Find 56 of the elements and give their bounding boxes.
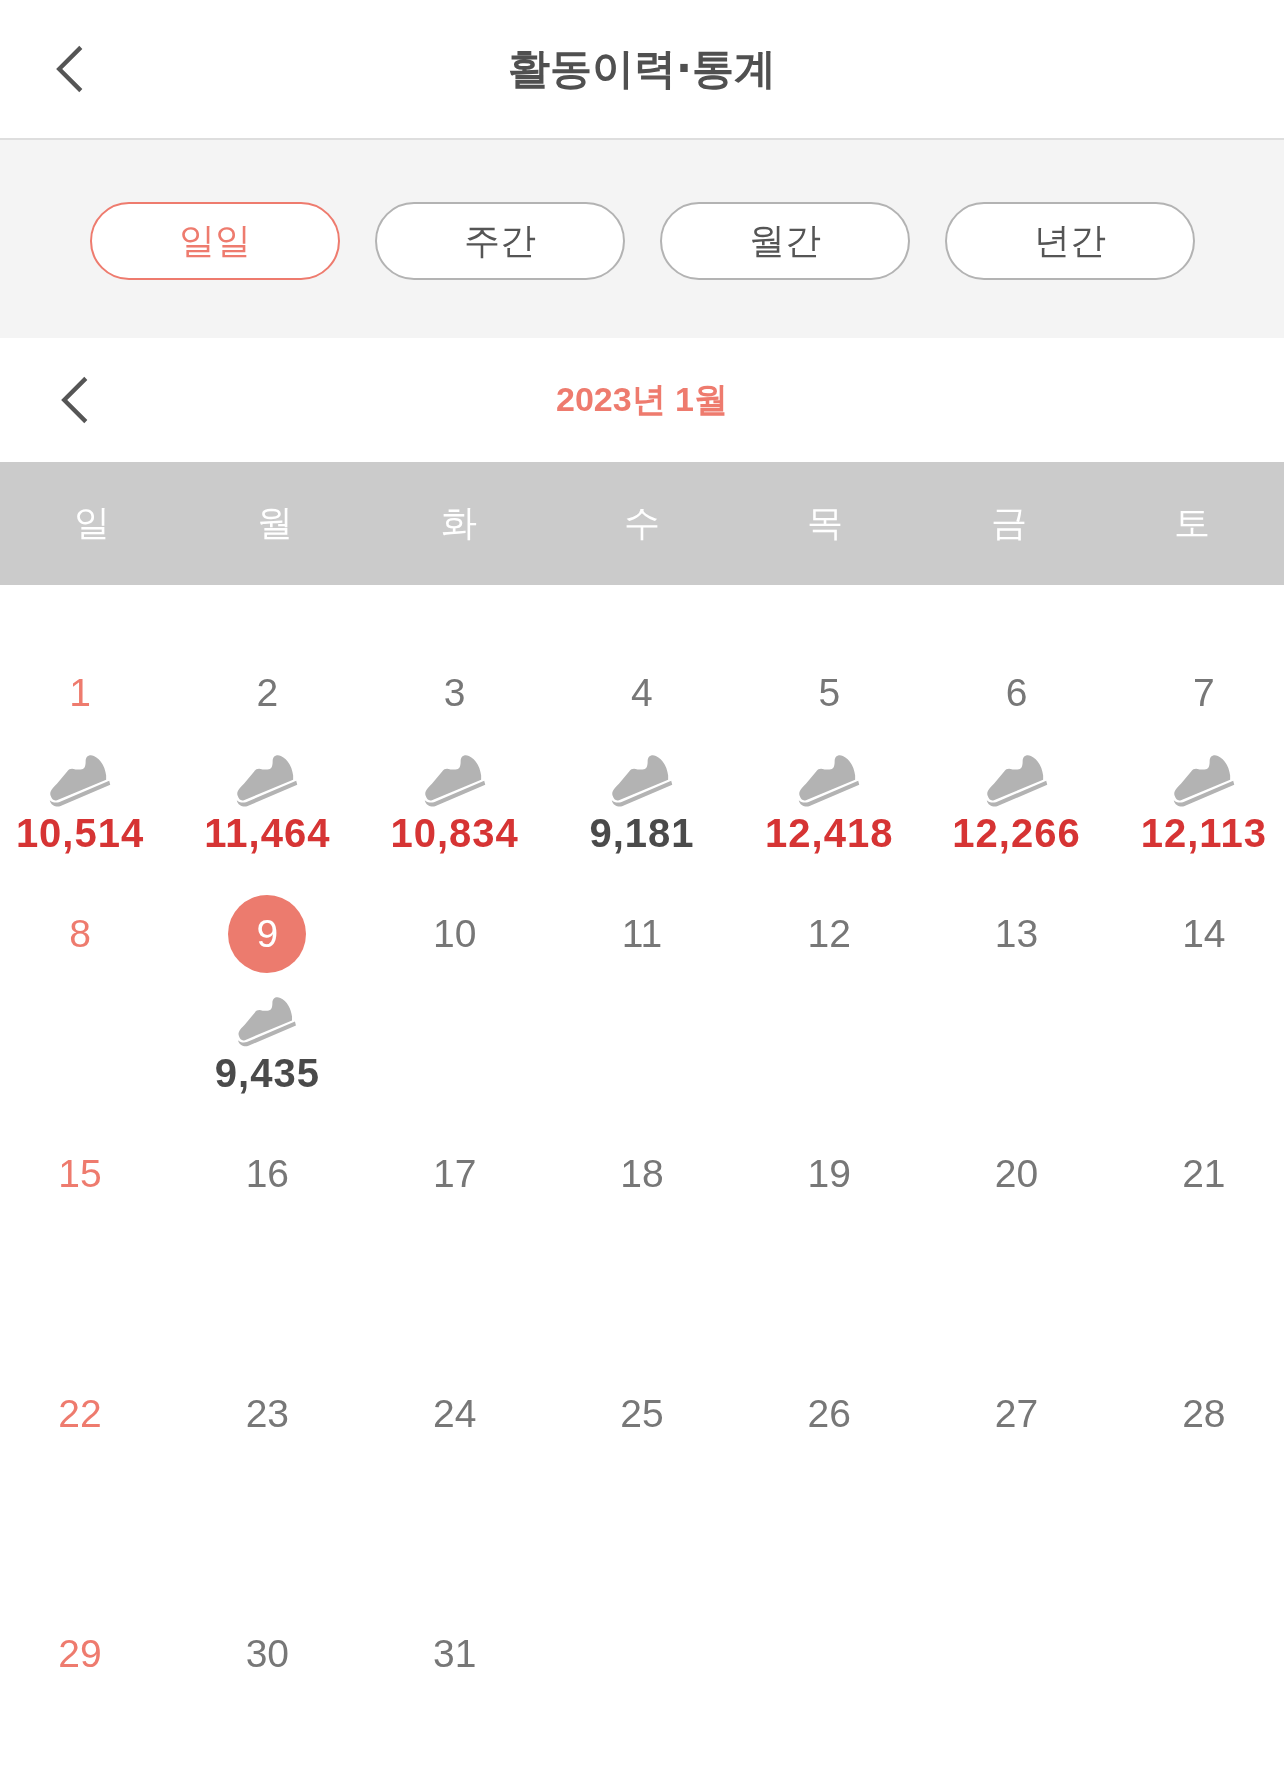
day-number[interactable]: 24 [432, 1392, 477, 1436]
day-number[interactable]: 26 [807, 1392, 851, 1436]
day-number[interactable]: 9 [228, 895, 307, 973]
day-number[interactable]: 15 [58, 1152, 102, 1196]
day-number[interactable]: 20 [994, 1152, 1039, 1196]
day-number[interactable]: 23 [245, 1392, 290, 1436]
day-number[interactable]: 22 [58, 1392, 102, 1436]
previous-month-button[interactable] [60, 376, 90, 424]
day-number[interactable]: 31 [432, 1632, 477, 1676]
chevron-left-icon [60, 376, 90, 424]
day-number[interactable]: 8 [69, 912, 91, 956]
step-count: 9,435 [214, 1051, 320, 1095]
day-number[interactable]: 2 [256, 670, 279, 715]
month-label: 2023년 1월 [556, 379, 728, 420]
period-tab[interactable]: 일일 [89, 202, 340, 280]
day-number[interactable]: 12 [807, 912, 851, 956]
day-number[interactable]: 6 [1005, 670, 1028, 715]
shoe-icon [984, 752, 1049, 807]
day-number[interactable]: 16 [245, 1152, 290, 1196]
period-tab[interactable]: 월간 [659, 202, 910, 280]
day-number[interactable]: 4 [631, 670, 653, 715]
step-count: 12,418 [765, 811, 894, 855]
step-count: 11,464 [204, 811, 331, 855]
shoe-icon [48, 752, 113, 807]
day-number[interactable]: 7 [1193, 670, 1215, 715]
day-number[interactable]: 13 [994, 912, 1039, 956]
chevron-left-icon [55, 45, 85, 93]
day-number[interactable]: 25 [620, 1392, 664, 1436]
step-count: 10,834 [390, 811, 519, 855]
day-number[interactable]: 14 [1182, 912, 1226, 956]
shoe-icon [797, 752, 862, 807]
day-number[interactable]: 29 [58, 1632, 102, 1676]
step-count: 12,266 [952, 811, 1081, 855]
period-tab[interactable]: 년간 [944, 202, 1195, 280]
page-title: 활동이력·통계 [508, 43, 776, 95]
back-button[interactable] [55, 45, 85, 93]
day-number[interactable]: 10 [432, 912, 477, 956]
day-number[interactable]: 19 [807, 1152, 851, 1196]
shoe-icon [1171, 752, 1236, 807]
shoe-icon [422, 752, 487, 807]
day-number[interactable]: 18 [620, 1152, 664, 1196]
step-count: 10,514 [15, 811, 145, 855]
day-number[interactable]: 21 [1182, 1152, 1226, 1196]
shoe-icon [609, 752, 674, 807]
period-tab[interactable]: 주간 [374, 202, 625, 280]
day-number[interactable]: 1 [69, 670, 91, 715]
step-count: 12,113 [1140, 811, 1267, 855]
day-number[interactable]: 28 [1182, 1392, 1226, 1436]
step-count: 9,181 [589, 811, 695, 855]
day-number[interactable]: 17 [432, 1152, 477, 1196]
day-number[interactable]: 30 [245, 1632, 290, 1676]
shoe-icon [235, 752, 300, 807]
day-number[interactable]: 11 [621, 912, 663, 956]
day-number[interactable]: 3 [443, 670, 466, 715]
day-number[interactable]: 27 [994, 1392, 1039, 1436]
day-number[interactable]: 5 [818, 670, 841, 715]
